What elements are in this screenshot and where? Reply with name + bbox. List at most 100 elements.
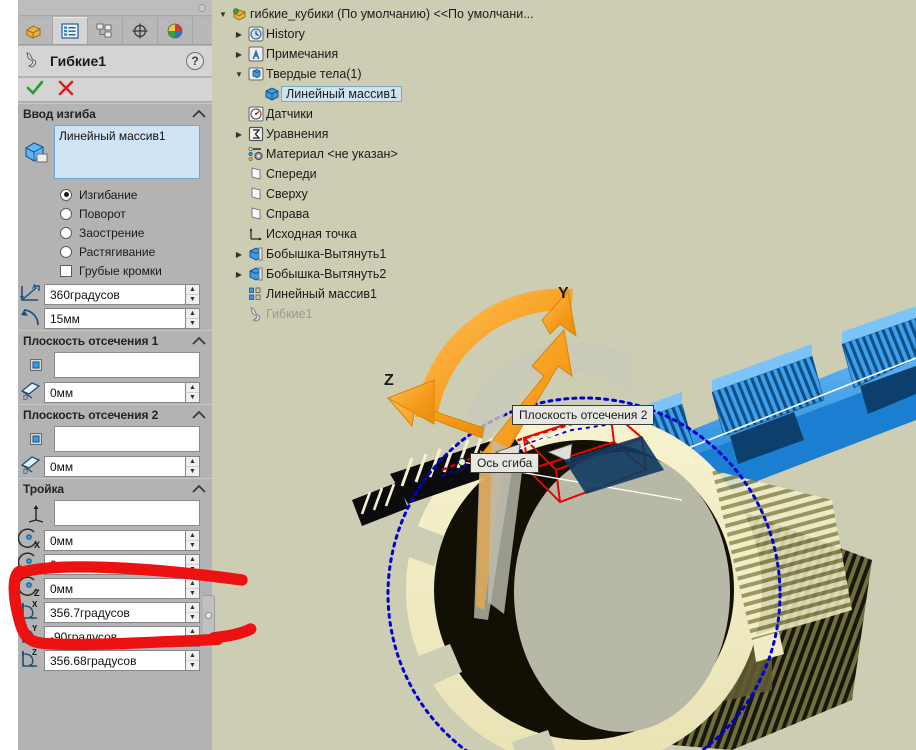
tree-item[interactable]: ▶ Бобышка-Вытянуть2 — [216, 264, 632, 284]
spinner-control[interactable]: 0мм ▲ ▼ — [44, 381, 200, 403]
manager-tab-strip[interactable] — [18, 17, 212, 45]
callout-bend-axis[interactable]: Ось сгиба — [470, 453, 540, 473]
selection-field-triad[interactable] — [54, 500, 200, 526]
feature-manager-tree[interactable]: ▼ гибкие_кубики (По умолчанию) <<По умол… — [212, 0, 632, 360]
rough-edges-checkbox-row[interactable]: Грубые кромки — [60, 261, 212, 280]
tree-item[interactable]: ▶ Уравнения — [216, 124, 632, 144]
chevron-up-icon[interactable] — [190, 334, 208, 348]
tab-display-manager[interactable] — [158, 17, 193, 44]
spinner-up-arrow[interactable]: ▲ — [186, 579, 199, 589]
spinner-stepper[interactable]: ▲ ▼ — [185, 455, 200, 477]
tab-property-manager[interactable] — [53, 17, 88, 44]
tree-item[interactable]: Линейный массив1 — [216, 284, 632, 304]
tree-root-node[interactable]: ▼ гибкие_кубики (По умолчанию) <<По умол… — [216, 4, 632, 24]
spinner-up-arrow[interactable]: ▲ — [186, 531, 199, 541]
spinner-up-arrow[interactable]: ▲ — [186, 651, 199, 661]
tree-item[interactable]: Гибкие1 — [216, 304, 632, 324]
tree-item-label[interactable]: Бобышка-Вытянуть2 — [266, 267, 386, 281]
spinner-value[interactable]: -90градусов — [44, 625, 185, 647]
tree-item-label[interactable]: Бобышка-Вытянуть1 — [266, 247, 386, 261]
chevron-up-icon[interactable] — [190, 408, 208, 422]
pin-icon[interactable] — [198, 4, 206, 12]
spinner-down-arrow[interactable]: ▼ — [186, 319, 199, 328]
spinner-up-arrow[interactable]: ▲ — [186, 603, 199, 613]
spinner-value[interactable]: 356.7градусов — [44, 601, 185, 623]
expand-arrow-icon[interactable]: ▶ — [232, 250, 246, 259]
tab-dimxpert-manager[interactable] — [123, 17, 158, 44]
chevron-up-icon[interactable] — [190, 107, 208, 121]
expand-arrow-icon[interactable]: ▶ — [232, 30, 246, 39]
group-header-bend-input[interactable]: Ввод изгиба — [18, 103, 212, 123]
tree-item-label[interactable]: Датчики — [266, 107, 313, 121]
spinner-down-arrow[interactable]: ▼ — [186, 565, 199, 574]
spinner-stepper[interactable]: ▲ ▼ — [185, 601, 200, 623]
spinner-control[interactable]: 0мм ▲ ▼ — [44, 553, 200, 575]
radio-option[interactable]: Поворот — [60, 204, 212, 223]
spinner-down-arrow[interactable]: ▼ — [186, 589, 199, 598]
spinner-down-arrow[interactable]: ▼ — [186, 661, 199, 670]
tree-item[interactable]: Спереди — [216, 164, 632, 184]
spinner-down-arrow[interactable]: ▼ — [186, 541, 199, 550]
tree-item[interactable]: Материал <не указан> — [216, 144, 632, 164]
selection-field-trim-plane-2[interactable] — [54, 426, 200, 452]
spinner-stepper[interactable]: ▲ ▼ — [185, 625, 200, 647]
spinner-control[interactable]: 0мм ▲ ▼ — [44, 577, 200, 599]
radio-button[interactable] — [60, 188, 72, 201]
tree-item-label[interactable]: History — [266, 27, 305, 41]
tree-item[interactable]: ▶ History — [216, 24, 632, 44]
spinner-control[interactable]: 15мм ▲ ▼ — [44, 307, 200, 329]
spinner-value[interactable]: 0мм — [44, 381, 185, 403]
spinner-down-arrow[interactable]: ▼ — [186, 637, 199, 646]
tree-item-label[interactable]: Гибкие1 — [266, 307, 313, 321]
help-icon[interactable]: ? — [186, 52, 204, 70]
tree-item-label[interactable]: Справа — [266, 207, 309, 221]
spinner-stepper[interactable]: ▲ ▼ — [185, 529, 200, 551]
radio-option[interactable]: Изгибание — [60, 185, 212, 204]
spinner-control[interactable]: 356.7градусов ▲ ▼ — [44, 601, 200, 623]
spinner-up-arrow[interactable]: ▲ — [186, 627, 199, 637]
tab-feature-manager[interactable] — [18, 17, 53, 44]
spinner-down-arrow[interactable]: ▼ — [186, 393, 199, 402]
spinner-value[interactable]: 0мм — [44, 553, 185, 575]
spinner-control[interactable]: 360градусов ▲ ▼ — [44, 283, 200, 305]
radio-option[interactable]: Растягивание — [60, 242, 212, 261]
selection-field-bend-input[interactable]: Линейный массив1 — [54, 125, 200, 179]
tab-configuration-manager[interactable] — [88, 17, 123, 44]
spinner-up-arrow[interactable]: ▲ — [186, 555, 199, 565]
cancel-button[interactable] — [58, 80, 74, 99]
tree-item[interactable]: Датчики — [216, 104, 632, 124]
spinner-stepper[interactable]: ▲ ▼ — [185, 553, 200, 575]
tree-item-label[interactable]: Сверху — [266, 187, 308, 201]
spinner-stepper[interactable]: ▲ ▼ — [185, 577, 200, 599]
collapse-arrow-icon[interactable]: ▼ — [232, 70, 246, 79]
tree-item-label[interactable]: Спереди — [266, 167, 317, 181]
tree-item-label[interactable]: Примечания — [266, 47, 338, 61]
spinner-value[interactable]: 15мм — [44, 307, 185, 329]
chevron-up-icon[interactable] — [190, 482, 208, 496]
panel-splitter-handle[interactable] — [203, 595, 215, 635]
radio-button[interactable] — [60, 226, 72, 239]
tree-root-label[interactable]: гибкие_кубики (По умолчанию) <<По умолча… — [250, 7, 534, 21]
tree-item[interactable]: ▶ Бобышка-Вытянуть1 — [216, 244, 632, 264]
radio-button[interactable] — [60, 245, 72, 258]
spinner-value[interactable]: 0мм — [44, 577, 185, 599]
expand-arrow-icon[interactable]: ▶ — [232, 130, 246, 139]
tree-item[interactable]: Исходная точка — [216, 224, 632, 244]
spinner-up-arrow[interactable]: ▲ — [186, 309, 199, 319]
tree-item-label[interactable]: Исходная точка — [266, 227, 357, 241]
accept-button[interactable] — [26, 79, 44, 100]
tree-item-label[interactable]: Линейный массив1 — [281, 86, 402, 102]
spinner-value[interactable]: 0мм — [44, 529, 185, 551]
spinner-stepper[interactable]: ▲ ▼ — [185, 381, 200, 403]
spinner-stepper[interactable]: ▲ ▼ — [185, 283, 200, 305]
tree-item[interactable]: ▼ Твердые тела(1) — [216, 64, 632, 84]
tree-item-label[interactable]: Линейный массив1 — [266, 287, 377, 301]
tree-item-label[interactable]: Материал <не указан> — [266, 147, 398, 161]
tree-item-label[interactable]: Твердые тела(1) — [266, 67, 362, 81]
spinner-control[interactable]: -90градусов ▲ ▼ — [44, 625, 200, 647]
checkbox[interactable] — [60, 264, 72, 277]
spinner-stepper[interactable]: ▲ ▼ — [185, 307, 200, 329]
tree-item[interactable]: ▶ Примечания — [216, 44, 632, 64]
group-header-triad[interactable]: Тройка — [18, 478, 212, 498]
spinner-up-arrow[interactable]: ▲ — [186, 457, 199, 467]
